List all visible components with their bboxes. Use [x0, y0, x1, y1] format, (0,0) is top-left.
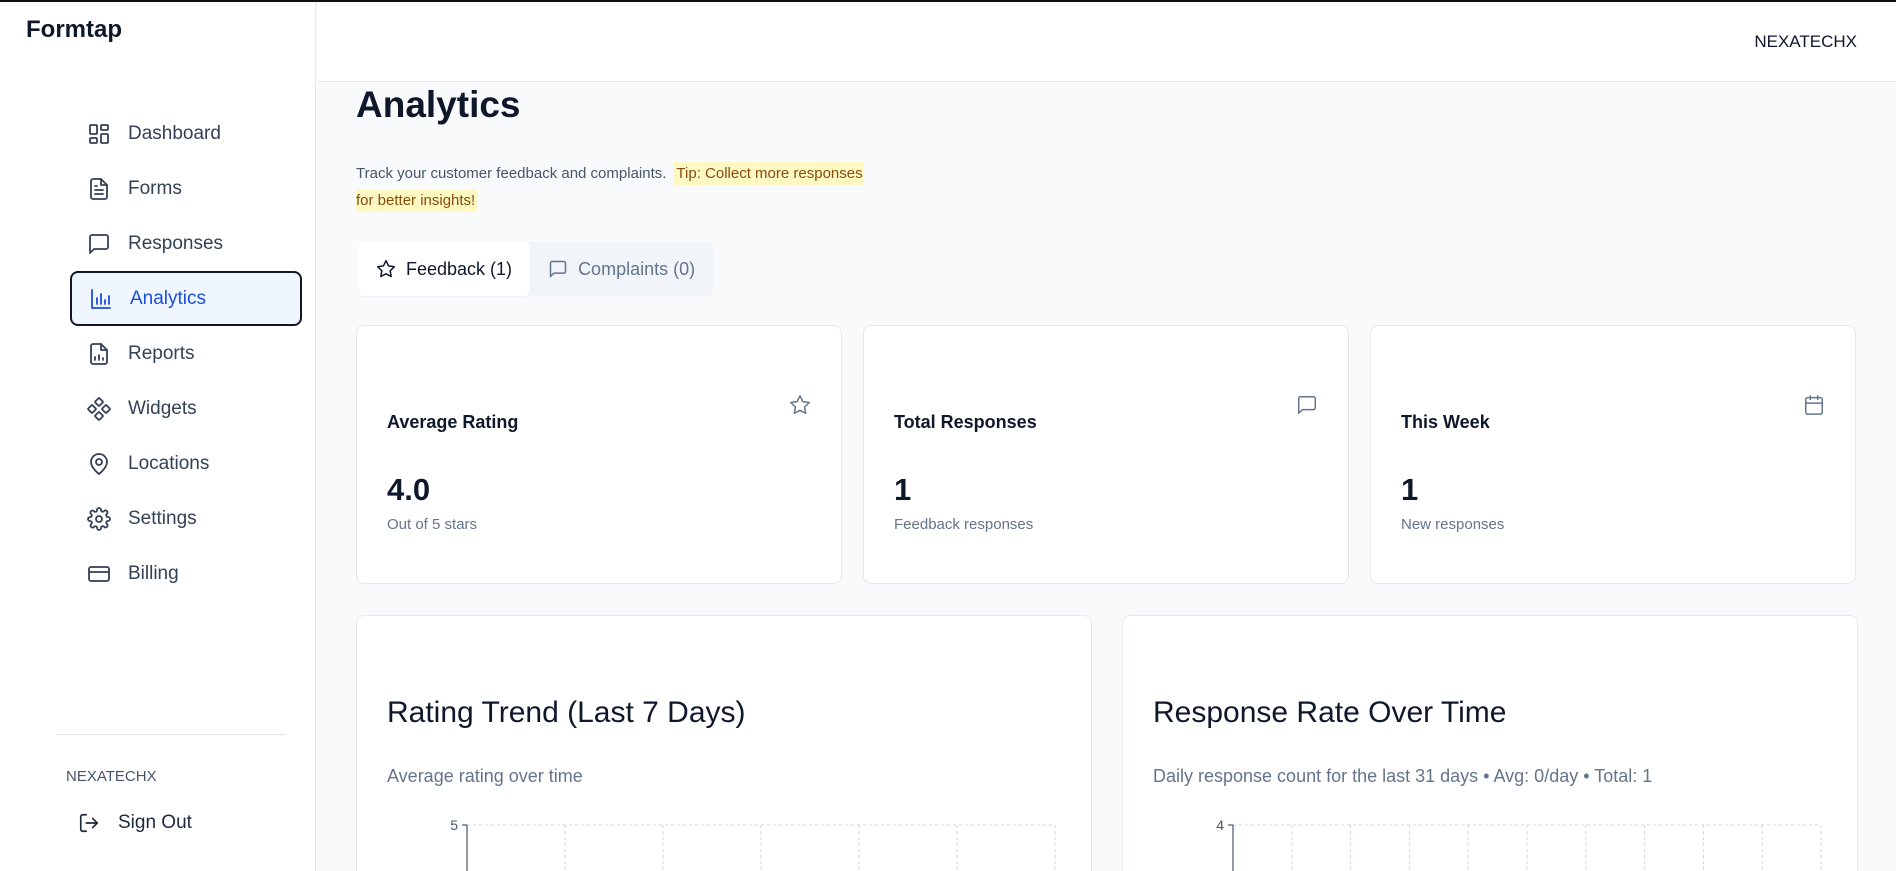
message-square-icon	[1296, 394, 1318, 416]
star-icon	[376, 259, 396, 278]
chart-card-response-rate: Response Rate Over Time Daily response c…	[1122, 615, 1858, 871]
map-pin-icon	[86, 451, 112, 477]
sidebar-item-forms[interactable]: Forms	[70, 161, 302, 216]
stat-label: Average Rating	[387, 412, 519, 432]
tab-label: Feedback (1)	[406, 258, 513, 279]
widgets-icon	[86, 396, 112, 422]
dashboard-icon	[86, 121, 112, 147]
stat-value: 4.0	[387, 472, 431, 507]
y-tick-label: 5	[450, 817, 458, 833]
top-bar: NEXATECHX	[317, 2, 1896, 82]
app-logo[interactable]: Formtap	[26, 16, 122, 44]
sidebar-item-responses[interactable]: Responses	[70, 216, 302, 271]
calendar-icon	[1803, 394, 1825, 416]
stat-value: 1	[894, 472, 912, 507]
page-subtitle: Track your customer feedback and complai…	[356, 160, 876, 214]
message-square-icon	[86, 231, 112, 257]
star-icon	[789, 394, 811, 416]
sidebar-nav: Dashboard Forms Responses Analytics Repo…	[70, 106, 302, 601]
tab-label: Complaints (0)	[578, 258, 696, 279]
stat-value: 1	[1401, 472, 1419, 507]
sidebar-item-label: Widgets	[128, 397, 197, 419]
tab-complaints[interactable]: Complaints (0)	[530, 242, 713, 296]
sidebar-divider	[56, 734, 286, 735]
stat-label: This Week	[1401, 412, 1490, 432]
sidebar-item-analytics[interactable]: Analytics	[70, 271, 302, 326]
sidebar-item-locations[interactable]: Locations	[70, 436, 302, 491]
stat-card-total-responses: Total Responses 1 Feedback responses	[863, 325, 1349, 584]
sidebar-item-label: Billing	[128, 562, 179, 584]
sidebar-item-label: Locations	[128, 452, 210, 474]
sidebar-item-settings[interactable]: Settings	[70, 491, 302, 546]
sidebar-item-label: Settings	[128, 507, 197, 529]
stat-card-this-week: This Week 1 New responses	[1370, 325, 1856, 584]
sidebar-item-label: Dashboard	[128, 122, 221, 144]
stat-card-average-rating: Average Rating 4.0 Out of 5 stars	[356, 325, 842, 584]
log-out-icon	[79, 813, 99, 833]
page-title: Analytics	[356, 84, 521, 125]
sidebar-item-widgets[interactable]: Widgets	[70, 381, 302, 436]
sidebar-item-label: Responses	[128, 232, 224, 254]
analytics-tabs: Feedback (1) Complaints (0)	[358, 242, 714, 296]
response-rate-chart: 4	[1216, 817, 1822, 871]
y-tick-label: 4	[1216, 817, 1224, 833]
stat-sub: New responses	[1401, 516, 1505, 533]
sidebar-item-label: Forms	[128, 177, 182, 199]
sidebar-user-name: NEXATECHX	[66, 768, 157, 785]
chart-card-rating-trend: Rating Trend (Last 7 Days) Average ratin…	[356, 615, 1092, 871]
tab-feedback[interactable]: Feedback (1)	[358, 242, 531, 296]
gear-icon	[86, 506, 112, 532]
file-text-icon	[86, 176, 112, 202]
sign-out-label: Sign Out	[118, 812, 192, 833]
rating-trend-chart: 5	[450, 817, 1056, 871]
credit-card-icon	[86, 561, 112, 587]
sidebar: Formtap Dashboard Forms Responses Analyt…	[0, 2, 316, 871]
header-user-menu[interactable]: NEXATECHX	[1754, 32, 1857, 52]
sidebar-item-dashboard[interactable]: Dashboard	[70, 106, 302, 161]
stat-sub: Feedback responses	[894, 516, 1034, 533]
sidebar-item-reports[interactable]: Reports	[70, 326, 302, 381]
sign-out-button[interactable]: Sign Out	[78, 812, 192, 834]
subtitle-text: Track your customer feedback and complai…	[356, 165, 667, 182]
stat-label: Total Responses	[894, 412, 1037, 432]
file-chart-icon	[86, 341, 112, 367]
sidebar-item-billing[interactable]: Billing	[70, 546, 302, 601]
stat-sub: Out of 5 stars	[387, 516, 478, 533]
sidebar-item-label: Reports	[128, 342, 195, 364]
sidebar-item-label: Analytics	[130, 287, 207, 309]
bar-chart-icon	[88, 286, 114, 312]
message-square-icon	[549, 260, 567, 278]
